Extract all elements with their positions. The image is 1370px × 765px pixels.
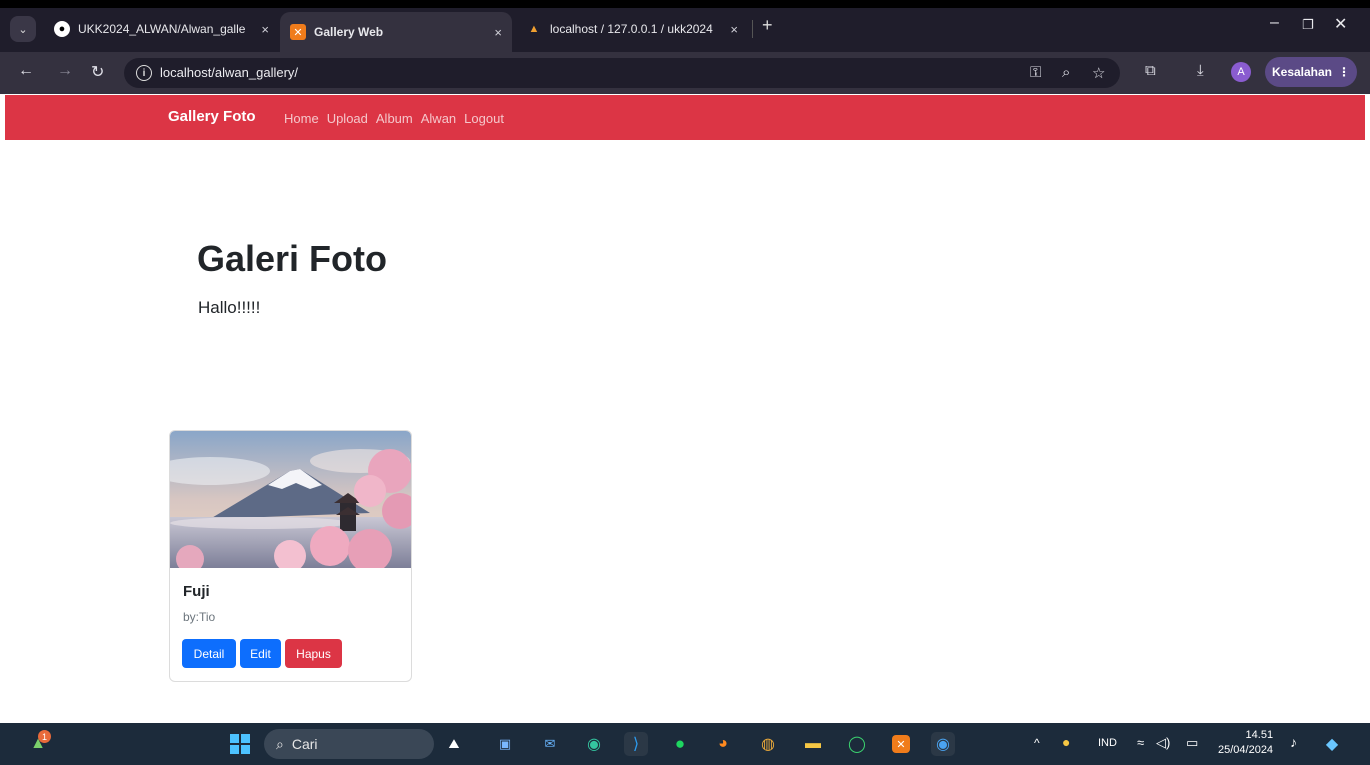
firefox-icon[interactable]: ◕	[711, 732, 735, 756]
browser-toolbar: ← → ↻ i localhost/alwan_gallery/ ⚿ ⌕ ☆	[0, 52, 1370, 94]
minimize-icon[interactable]: –	[1270, 14, 1279, 32]
reload-icon[interactable]: ↻	[91, 62, 104, 82]
whatsapp-icon[interactable]: ◯	[845, 732, 869, 756]
search-highlight-icon[interactable]: ⛰	[442, 732, 466, 756]
page-title: Galeri Foto	[197, 238, 388, 279]
tray-app-icon[interactable]: ●	[1062, 734, 1070, 750]
restore-icon[interactable]: ❐	[1302, 17, 1314, 33]
tab-search-chevron-icon[interactable]: ⌄	[10, 16, 36, 42]
nav-link-alwan[interactable]: Alwan	[421, 111, 456, 126]
url-text[interactable]: localhost/alwan_gallery/	[160, 65, 298, 80]
tab-close-icon[interactable]: ×	[261, 22, 269, 37]
forward-icon[interactable]: →	[57, 62, 73, 80]
tab-phpmyadmin[interactable]: ▲ localhost / 127.0.0.1 / ukk2024 ×	[516, 14, 748, 44]
error-button[interactable]: Kesalahan ⋮	[1265, 57, 1357, 87]
site-navbar: Gallery Foto Home Upload Album Alwan Log…	[5, 95, 1365, 140]
chrome-dev-icon[interactable]: ◍	[756, 732, 780, 756]
windows-taskbar: ▲ 1 ⌕ Cari ⛰ ▣ ✉ ◉ ⟩ ● ◕ ◍ ▬ ◯ ✕ ◉ ^ ● I…	[0, 723, 1370, 765]
volume-icon[interactable]: ◁)	[1156, 735, 1170, 751]
wifi-icon[interactable]: ≈	[1137, 735, 1144, 750]
tab-title: Gallery Web	[314, 25, 384, 39]
screen-top-edge	[0, 0, 1370, 8]
language-indicator[interactable]: IND	[1098, 737, 1117, 749]
vscode-icon[interactable]: ⟩	[624, 732, 648, 756]
site-info-icon[interactable]: i	[136, 65, 152, 81]
new-tab-button[interactable]: +	[762, 15, 773, 36]
battery-icon[interactable]: ▭	[1186, 735, 1198, 751]
widget-badge: 1	[38, 730, 51, 743]
photo-author: by:Tio	[183, 610, 216, 624]
edge-browser-icon[interactable]: ◉	[582, 732, 606, 756]
spotify-icon[interactable]: ●	[668, 732, 692, 756]
photo-card: Fuji by:Tio Detail Edit Hapus	[169, 430, 412, 682]
copilot-icon[interactable]: ◆	[1320, 732, 1344, 756]
taskbar-search[interactable]: ⌕ Cari	[264, 729, 434, 759]
tab-title: localhost / 127.0.0.1 / ukk2024	[550, 22, 713, 36]
tab-close-icon[interactable]: ×	[494, 25, 502, 40]
photo-title: Fuji	[183, 583, 210, 600]
edit-button[interactable]: Edit	[240, 639, 281, 668]
taskbar-clock[interactable]: 14.51 25/04/2024	[1218, 728, 1273, 758]
kebab-menu-icon: ⋮	[1338, 65, 1351, 79]
zoom-icon[interactable]: ⌕	[1062, 64, 1070, 81]
tab-title: UKK2024_ALWAN/Alwan_galle	[78, 22, 246, 36]
tray-overflow-chevron-icon[interactable]: ^	[1034, 736, 1040, 750]
start-windows-icon[interactable]	[228, 732, 252, 756]
search-icon: ⌕	[276, 735, 284, 752]
tab-gallery-web[interactable]: ✕ Gallery Web ×	[280, 12, 512, 52]
navbar-brand[interactable]: Gallery Foto	[168, 108, 256, 125]
nav-link-upload[interactable]: Upload	[327, 111, 368, 126]
search-placeholder: Cari	[291, 736, 318, 752]
bookmark-star-icon[interactable]: ☆	[1092, 64, 1105, 82]
task-view-icon[interactable]: ▣	[493, 732, 517, 756]
github-icon: ●	[54, 21, 70, 37]
clock-date: 25/04/2024	[1218, 744, 1274, 756]
chrome-icon[interactable]: ◉	[931, 732, 955, 756]
extensions-icon[interactable]: ⧉	[1145, 62, 1156, 79]
xampp-icon: ✕	[290, 24, 306, 40]
detail-button[interactable]: Detail	[182, 639, 236, 668]
delete-button[interactable]: Hapus	[285, 639, 342, 668]
back-icon[interactable]: ←	[18, 62, 34, 80]
nav-link-album[interactable]: Album	[376, 111, 413, 126]
tab-separator	[752, 20, 753, 38]
password-key-icon[interactable]: ⚿	[1030, 64, 1041, 81]
mail-icon[interactable]: ✉	[538, 732, 562, 756]
tab-github[interactable]: ● UKK2024_ALWAN/Alwan_galle ×	[44, 14, 279, 44]
nav-link-home[interactable]: Home	[284, 111, 319, 126]
close-window-icon[interactable]: ✕	[1334, 14, 1347, 34]
profile-avatar[interactable]: A	[1231, 62, 1251, 82]
download-icon[interactable]: ⤓	[1197, 62, 1204, 79]
file-explorer-icon[interactable]: ▬	[801, 732, 825, 756]
navbar-links: Home Upload Album Alwan Logout	[284, 111, 512, 126]
tab-close-icon[interactable]: ×	[730, 22, 738, 37]
phpmyadmin-icon: ▲	[528, 23, 540, 35]
nav-link-logout[interactable]: Logout	[464, 111, 504, 126]
weather-widget-icon[interactable]: ▲ 1	[26, 730, 51, 756]
photo-thumbnail[interactable]	[170, 431, 411, 568]
notification-bell-icon[interactable]: ♪	[1290, 734, 1297, 750]
xampp-taskbar-icon[interactable]: ✕	[889, 732, 913, 756]
address-bar[interactable]: i localhost/alwan_gallery/ ⚿ ⌕ ☆	[124, 58, 1120, 88]
browser-tab-strip: ⌄ ● UKK2024_ALWAN/Alwan_galle × ✕ Galler…	[0, 0, 1370, 52]
hero-text: Hallo!!!!!	[198, 298, 261, 317]
error-label: Kesalahan	[1271, 65, 1333, 79]
clock-time: 14.51	[1245, 729, 1274, 741]
